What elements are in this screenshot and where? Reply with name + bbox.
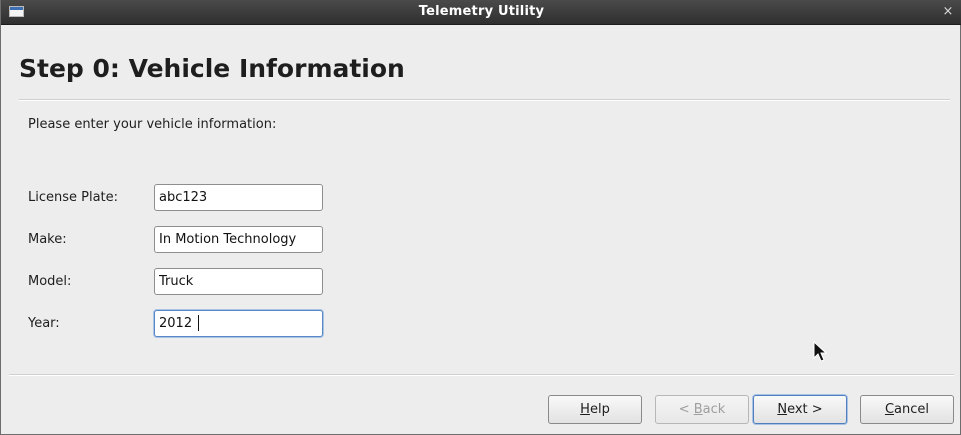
model-label: Model: [28,274,72,289]
help-mnemonic: H [580,402,590,417]
back-label: ack [702,402,726,417]
close-icon[interactable]: × [940,2,956,22]
back-prefix: < [678,402,694,417]
model-field[interactable] [154,268,323,295]
title-bar[interactable]: Telemetry Utility × [1,0,961,25]
next-button[interactable]: Next > [753,395,847,424]
help-button[interactable]: Help [548,395,642,424]
back-mnemonic: B [693,402,703,417]
intro-text: Please enter your vehicle information: [28,117,277,132]
next-label: ext > [787,402,823,417]
telemetry-utility-window: Telemetry Utility × Step 0: Vehicle Info… [0,0,961,435]
next-mnemonic: N [777,402,788,417]
cancel-label: ancel [894,402,930,417]
window-title: Telemetry Utility [418,4,545,19]
mouse-pointer-icon [813,341,827,362]
footer-divider [9,374,954,376]
make-label: Make: [28,232,67,247]
help-label: elp [589,402,610,417]
year-label: Year: [28,316,60,331]
make-field[interactable] [154,226,323,253]
cancel-mnemonic: C [884,402,895,417]
page-title: Step 0: Vehicle Information [19,54,405,83]
header-divider [19,99,950,101]
back-button[interactable]: < Back [655,395,749,424]
license-plate-label: License Plate: [28,190,119,205]
text-caret [198,315,199,331]
cancel-button[interactable]: Cancel [860,395,954,424]
year-field[interactable] [154,310,323,337]
license-plate-field[interactable] [154,184,323,211]
